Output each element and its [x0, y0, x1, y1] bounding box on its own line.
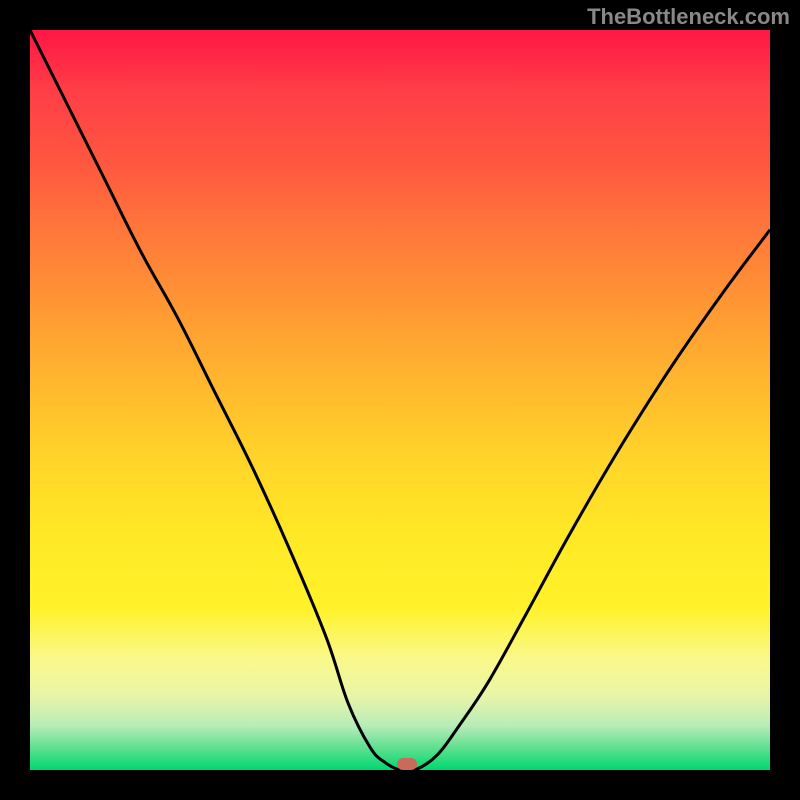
curve-svg	[30, 30, 770, 770]
bottleneck-curve	[30, 30, 770, 770]
plot-area	[30, 30, 770, 770]
watermark-text: TheBottleneck.com	[587, 4, 790, 30]
optimal-point-marker	[397, 758, 417, 770]
